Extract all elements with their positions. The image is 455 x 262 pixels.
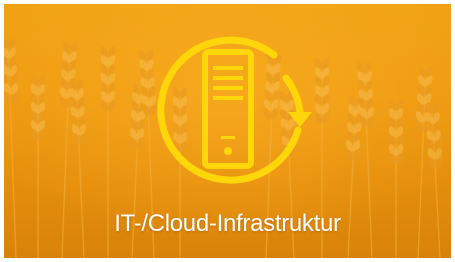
it-cloud-infrastructure-tile[interactable]: IT-/Cloud-Infrastruktur [4,4,451,258]
tile-caption: IT-/Cloud-Infrastruktur [114,210,341,237]
server-sync-icon [157,36,312,184]
